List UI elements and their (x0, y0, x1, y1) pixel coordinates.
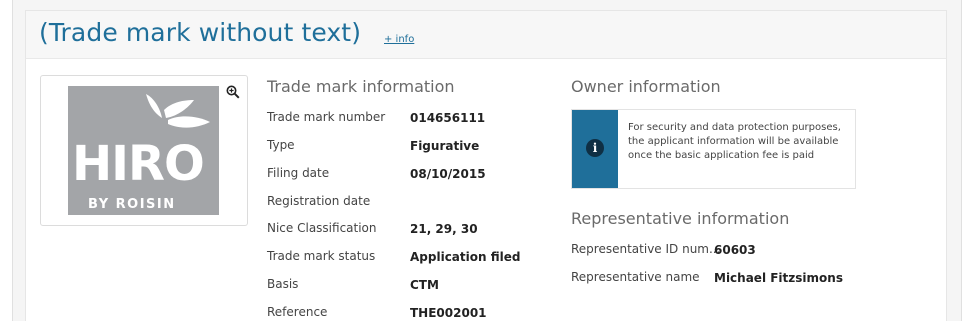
trade-mark-logo[interactable]: HIRO BY ROISIN (68, 86, 219, 215)
info-icon: i (586, 139, 604, 157)
zoom-in-icon-graphic (226, 85, 240, 99)
label-representative-name: Representative name (571, 270, 700, 284)
value-reference: THE002001 (410, 306, 487, 320)
label-registration-date: Registration date (267, 194, 371, 208)
trade-mark-logo-graphic: HIRO BY ROISIN (72, 94, 210, 212)
label-representative-id: Representative ID num... (571, 242, 721, 256)
value-trade-mark-number: 014656111 (410, 111, 486, 125)
label-trade-mark-number: Trade mark number (267, 110, 386, 124)
value-nice-classification: 21, 29, 30 (410, 222, 478, 236)
svg-text:BY ROISIN: BY ROISIN (88, 197, 176, 212)
label-nice-classification: Nice Classification (267, 221, 377, 235)
owner-notice-box: i For security and data protection purpo… (571, 109, 856, 189)
owner-notice-text: For security and data protection purpose… (628, 122, 841, 161)
more-info-link[interactable]: + info (384, 34, 414, 45)
representative-info-heading: Representative information (571, 209, 790, 228)
owner-notice-strip: i (572, 110, 618, 188)
page-title: (Trade mark without text) (39, 18, 362, 47)
zoom-in-icon[interactable] (226, 84, 240, 99)
value-basis: CTM (410, 278, 439, 292)
label-filing-date: Filing date (267, 166, 330, 180)
label-basis: Basis (267, 277, 299, 291)
value-trade-mark-status: Application filed (410, 250, 521, 264)
value-filing-date: 08/10/2015 (410, 167, 486, 181)
value-type: Figurative (410, 139, 480, 153)
value-representative-name: Michael Fitzsimons (714, 271, 843, 285)
label-reference: Reference (267, 305, 328, 319)
value-representative-id: 60603 (714, 243, 756, 257)
label-trade-mark-status: Trade mark status (267, 249, 376, 263)
svg-text:HIRO: HIRO (72, 136, 204, 192)
trade-mark-info-heading: Trade mark information (267, 77, 455, 96)
label-type: Type (267, 138, 295, 152)
owner-info-heading: Owner information (571, 77, 721, 96)
